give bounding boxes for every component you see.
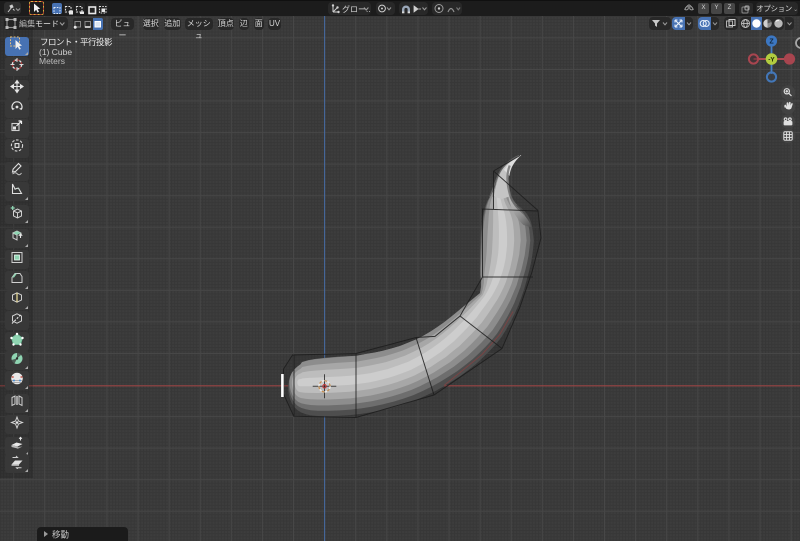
- svg-text:グロー..: グロー..: [342, 4, 370, 14]
- svg-text:-Y: -Y: [768, 57, 775, 64]
- svg-text:Z: Z: [769, 39, 774, 46]
- svg-text:移動: 移動: [52, 530, 69, 540]
